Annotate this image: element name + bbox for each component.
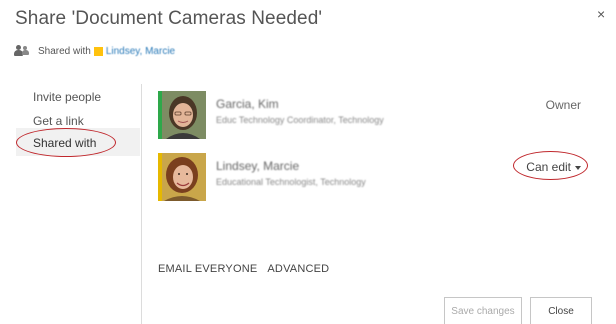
nav-shared-with[interactable]: Shared with [33,136,96,150]
person-row: Lindsey, Marcie Educational Technologist… [158,153,588,201]
person-row: Garcia, Kim Educ Technology Coordinator,… [158,91,588,139]
presence-indicator [93,46,103,56]
permission-dropdown[interactable]: Can edit [526,160,581,174]
permission-label: Owner [545,98,581,112]
close-button[interactable]: Close [530,297,592,324]
avatar [158,153,206,201]
person-title: Educational Technologist, Technology [216,177,366,187]
save-changes-button[interactable]: Save changes [444,297,522,324]
shared-with-names-link[interactable]: Lindsey, Marcie [106,46,175,57]
permission-dropdown-label: Can edit [526,160,571,174]
dialog-title: Share 'Document Cameras Needed' [15,8,323,29]
people-icon [14,45,32,57]
share-actions: EMAIL EVERYONE ADVANCED [158,263,329,275]
shared-with-summary: Shared with Lindsey, Marcie [14,44,175,58]
vertical-divider [141,84,142,324]
advanced-link[interactable]: ADVANCED [267,263,329,275]
chevron-down-icon [575,165,581,170]
email-everyone-link[interactable]: EMAIL EVERYONE [158,263,257,275]
nav-invite-people[interactable]: Invite people [33,90,101,104]
person-name[interactable]: Lindsey, Marcie [216,159,299,173]
person-title: Educ Technology Coordinator, Technology [216,115,384,125]
close-icon[interactable]: × [597,6,605,22]
nav-get-a-link[interactable]: Get a link [33,114,84,128]
avatar [158,91,206,139]
person-name[interactable]: Garcia, Kim [216,97,279,111]
shared-with-label: Shared with [38,45,91,57]
